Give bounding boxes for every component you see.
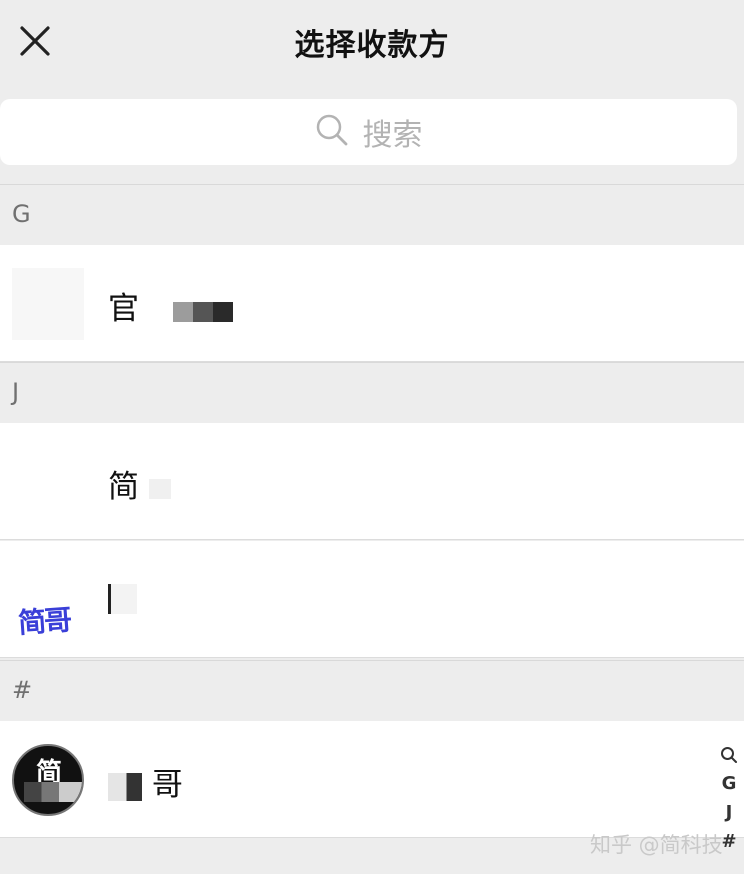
- index-letter-g[interactable]: G: [718, 769, 740, 798]
- divider: [0, 657, 744, 658]
- contact-row[interactable]: 简: [0, 423, 744, 540]
- contact-row[interactable]: 简哥: [0, 541, 744, 658]
- divider: [0, 539, 744, 540]
- section-letter: G: [12, 200, 31, 228]
- search-icon: [315, 113, 349, 151]
- contact-row[interactable]: 官: [0, 245, 744, 362]
- avatar: [12, 268, 84, 340]
- section-header-hash: #: [0, 660, 744, 720]
- section-letter: #: [12, 676, 33, 704]
- contact-name-visible: 哥: [151, 767, 183, 803]
- name-redaction: [172, 293, 233, 329]
- avatar-stamp-text: 简哥: [17, 603, 72, 640]
- avatar: 简: [12, 744, 84, 816]
- section-letter: J: [12, 378, 20, 406]
- name-redaction: [108, 583, 137, 614]
- section-header-j: J: [0, 362, 744, 422]
- contact-name: 官: [108, 283, 233, 329]
- contact-name: 哥: [108, 759, 183, 804]
- contact-name-visible: 简: [108, 469, 139, 505]
- name-redaction: [108, 772, 142, 801]
- watermark: 知乎 @简科技: [590, 833, 723, 857]
- index-letter-j[interactable]: J: [718, 798, 740, 827]
- section-header-g: G: [0, 184, 744, 244]
- avatar: 简哥: [12, 564, 84, 640]
- contact-name: 简: [108, 461, 171, 506]
- contact-name-visible: 官: [108, 291, 139, 327]
- search-input[interactable]: 搜索: [0, 99, 737, 165]
- contact-row[interactable]: 简 哥: [0, 721, 744, 838]
- contact-name: [108, 579, 137, 615]
- page-title: 选择收款方: [294, 28, 450, 63]
- header: 选择收款方: [0, 0, 744, 82]
- avatar-redaction: [24, 782, 82, 802]
- search-placeholder: 搜索: [362, 118, 423, 153]
- name-redaction: [148, 478, 171, 499]
- index-search-icon[interactable]: [718, 740, 740, 769]
